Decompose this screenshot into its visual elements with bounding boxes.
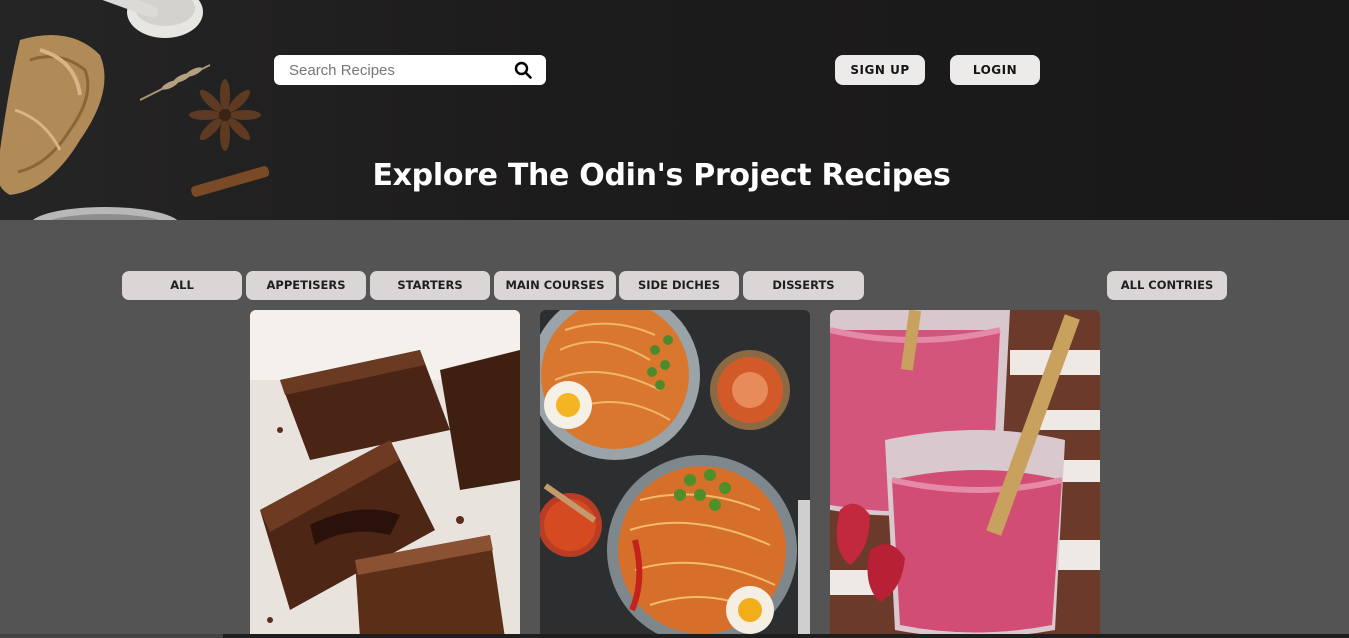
hero-banner: SIGN UP LOGIN Explore The Odin's Project… [0, 0, 1349, 220]
ramen-image [540, 310, 810, 638]
recipe-card[interactable] [540, 310, 810, 638]
brownie-image [250, 310, 520, 638]
search-box [274, 55, 546, 85]
smoothie-image [830, 310, 1100, 638]
horizontal-scrollbar[interactable] [0, 634, 1349, 638]
filter-all[interactable]: ALL [122, 271, 242, 300]
filter-main-courses[interactable]: MAIN COURSES [494, 271, 616, 300]
search-input[interactable] [274, 55, 506, 85]
page-title-text: Explore The Odin's Project Recipes [372, 158, 951, 193]
filter-side-diches[interactable]: SIDE DICHES [619, 271, 739, 300]
filter-appetisers[interactable]: APPETISERS [246, 271, 366, 300]
sign-up-button[interactable]: SIGN UP [835, 55, 925, 85]
recipe-card[interactable] [250, 310, 520, 638]
filter-starters[interactable]: STARTERS [370, 271, 490, 300]
country-filter-button[interactable]: ALL CONTRIES [1107, 271, 1227, 300]
filter-disserts[interactable]: DISSERTS [743, 271, 864, 300]
login-button[interactable]: LOGIN [950, 55, 1040, 85]
search-icon[interactable] [514, 61, 532, 79]
recipe-card[interactable] [830, 310, 1100, 638]
page-title: Explore The Odin's Project Recipes [0, 158, 1349, 193]
